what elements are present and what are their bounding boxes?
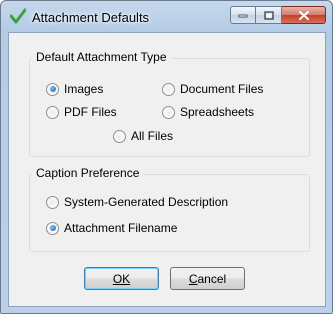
radio-system-generated-label: System-Generated Description <box>64 195 229 209</box>
radio-images[interactable]: Images <box>46 82 103 96</box>
radio-attachment-filename-label: Attachment Filename <box>64 221 178 235</box>
radio-pdf-files[interactable]: PDF Files <box>46 105 117 119</box>
maximize-icon <box>263 10 274 20</box>
cancel-button-label: Cancel <box>188 271 227 286</box>
cancel-button[interactable]: Cancel <box>170 267 245 290</box>
dialog-client-area: Default Attachment Type Images Document … <box>8 32 326 307</box>
radio-all-files-label: All Files <box>131 129 174 143</box>
radio-spreadsheets-label: Spreadsheets <box>180 105 255 119</box>
radio-attachment-filename-indicator[interactable] <box>46 221 59 235</box>
window-title: Attachment Defaults <box>32 10 150 25</box>
caption-preference-label: Caption Preference <box>32 166 144 180</box>
radio-all-files[interactable]: All Files <box>113 129 173 143</box>
radio-document-files-indicator[interactable] <box>162 82 175 96</box>
ok-button-label: OK <box>112 271 131 286</box>
checkmark-icon <box>10 8 26 24</box>
close-button[interactable] <box>282 6 326 24</box>
minimize-button[interactable] <box>230 6 256 24</box>
radio-attachment-filename[interactable]: Attachment Filename <box>46 221 177 235</box>
radio-spreadsheets-indicator[interactable] <box>162 105 175 119</box>
radio-images-indicator[interactable] <box>46 82 59 96</box>
attachment-type-group: Default Attachment Type Images Document … <box>29 50 310 157</box>
ok-button[interactable]: OK <box>84 267 159 290</box>
title-bar[interactable]: Attachment Defaults <box>1 1 332 33</box>
radio-pdf-files-label: PDF Files <box>64 105 117 119</box>
minimize-icon <box>238 14 248 18</box>
radio-images-label: Images <box>64 82 104 96</box>
dialog-window: Attachment Defaults Default Attachment T… <box>0 0 333 314</box>
radio-pdf-files-indicator[interactable] <box>46 105 59 119</box>
caption-preference-group: Caption Preference System-Generated Desc… <box>29 166 310 252</box>
radio-system-generated[interactable]: System-Generated Description <box>46 195 228 209</box>
radio-document-files-label: Document Files <box>180 82 264 96</box>
radio-system-generated-indicator[interactable] <box>46 195 59 209</box>
maximize-button[interactable] <box>256 6 282 24</box>
radio-all-files-indicator[interactable] <box>113 129 126 143</box>
radio-spreadsheets[interactable]: Spreadsheets <box>162 105 254 119</box>
radio-document-files[interactable]: Document Files <box>162 82 263 96</box>
close-icon <box>298 10 309 20</box>
caption-buttons <box>230 6 326 26</box>
attachment-type-label: Default Attachment Type <box>32 50 171 64</box>
